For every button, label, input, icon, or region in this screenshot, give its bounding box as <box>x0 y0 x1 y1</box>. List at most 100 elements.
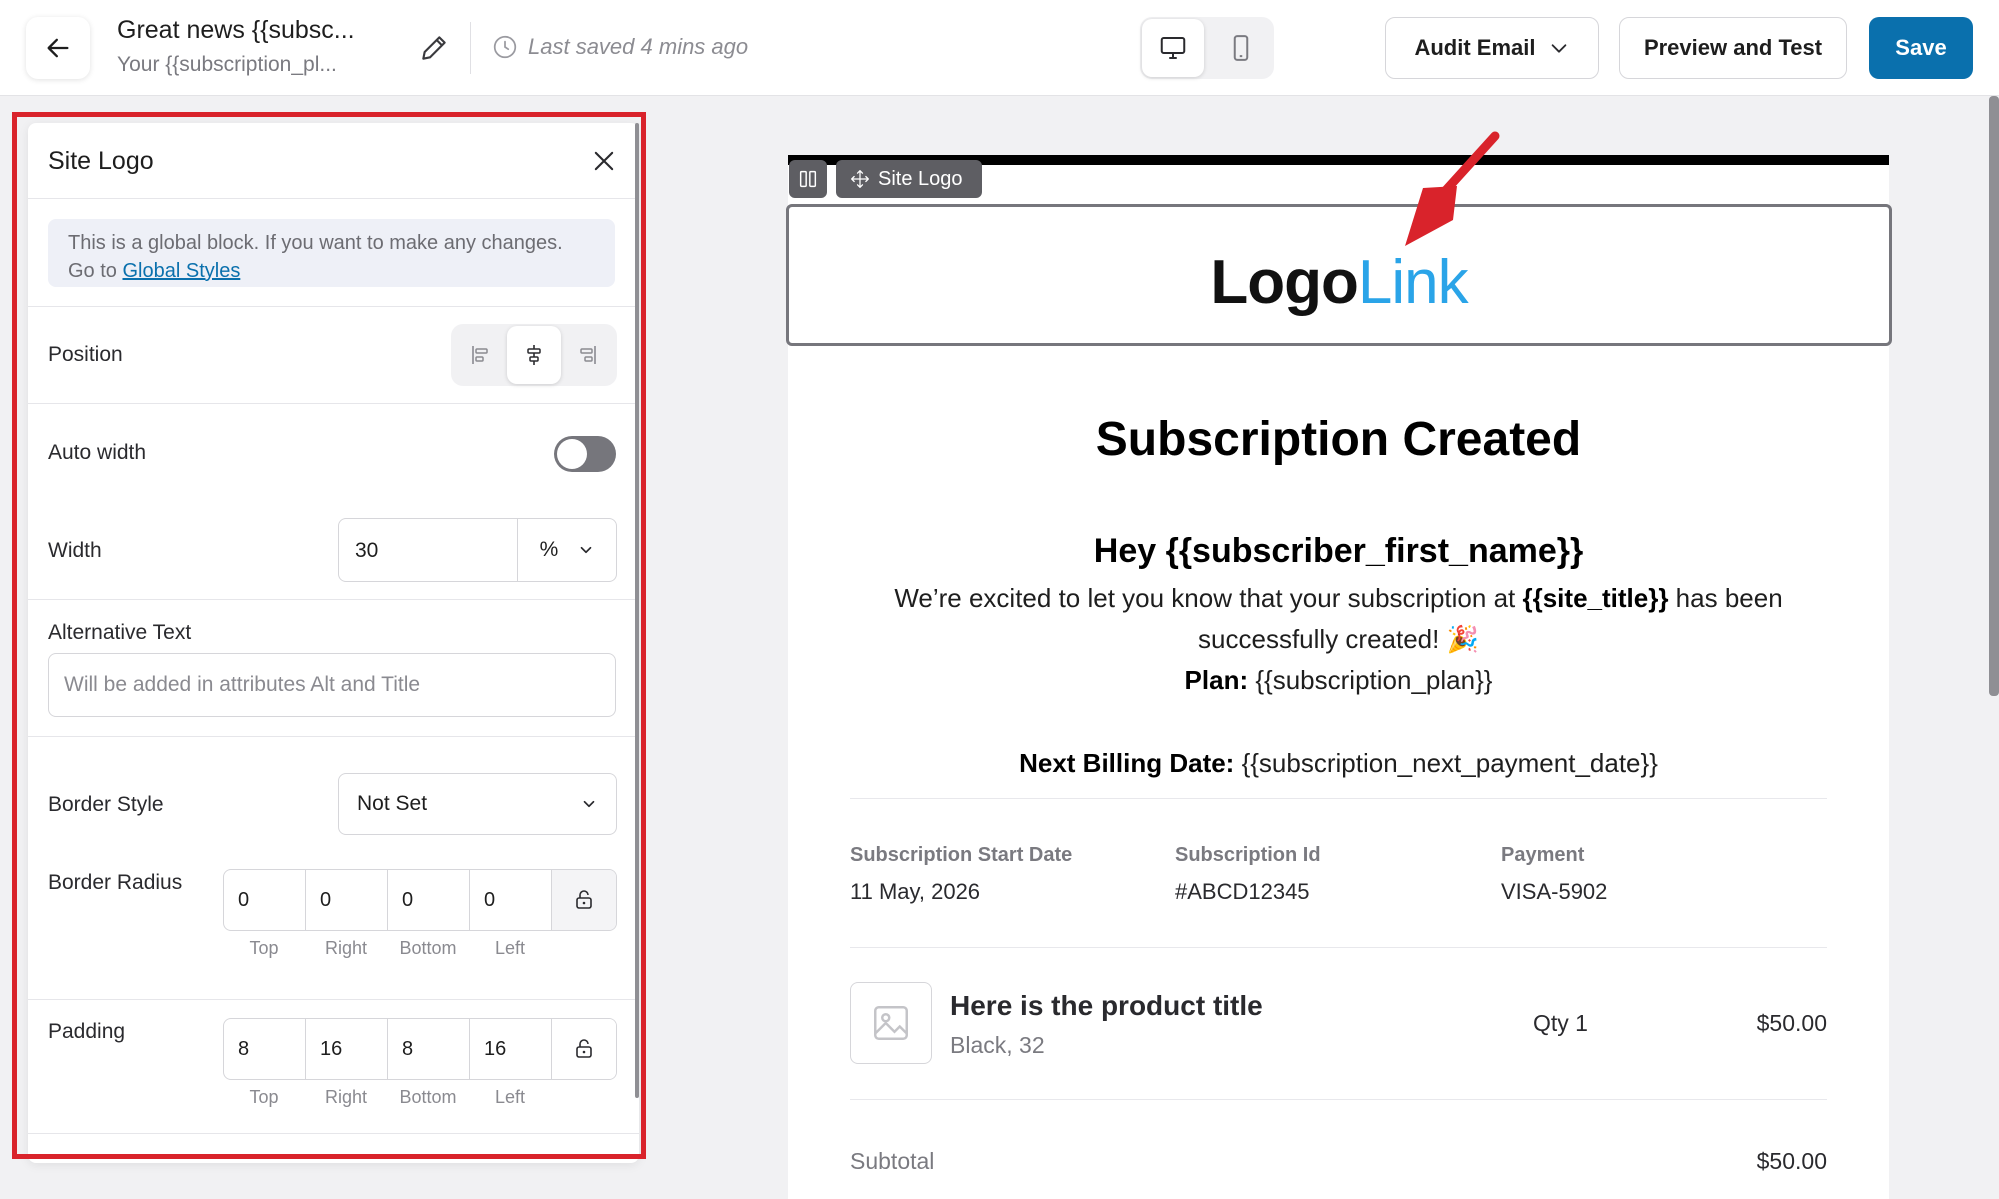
border-style-label: Border Style <box>48 793 164 816</box>
border-style-value: Not Set <box>357 792 428 815</box>
border-radius-lock-button[interactable] <box>552 870 616 930</box>
notice-text: This is a global block. If you want to m… <box>68 232 563 254</box>
border-radius-label: Border Radius <box>48 871 183 894</box>
divider <box>28 736 639 737</box>
preview-and-test-button[interactable]: Preview and Test <box>1619 17 1847 79</box>
border-radius-left-input[interactable]: 0 <box>470 870 552 930</box>
email-body-line2: successfully created! 🎉 <box>1198 624 1479 654</box>
panel-scrollbar[interactable] <box>635 123 639 1098</box>
padding-lock-button[interactable] <box>552 1019 616 1079</box>
divider <box>28 403 639 404</box>
billing-value: {{subscription_next_payment_date}} <box>1234 748 1658 778</box>
columns-icon <box>799 170 817 188</box>
border-style-select[interactable]: Not Set <box>338 773 617 835</box>
panel-title: Site Logo <box>48 147 154 175</box>
meta-subscription-id: Subscription Id #ABCD12345 <box>1175 844 1321 905</box>
arrow-left-icon <box>47 38 69 58</box>
padding-side-labels: Top Right Bottom Left <box>223 1087 553 1108</box>
side-label-right: Right <box>324 1087 368 1107</box>
email-title-block[interactable]: Great news {{subsc... Your {{subscriptio… <box>117 16 377 77</box>
global-styles-link[interactable]: Global Styles <box>122 260 240 282</box>
border-radius-control: 0 0 0 0 <box>223 869 617 931</box>
saved-text: Last saved 4 mins ago <box>528 34 749 59</box>
padding-bottom-input[interactable]: 8 <box>388 1019 470 1079</box>
meta-key: Subscription Id <box>1175 844 1321 866</box>
align-left-button[interactable] <box>454 326 508 384</box>
align-center-icon <box>527 345 541 365</box>
divider <box>28 999 639 1000</box>
email-preheader: Your {{subscription_pl... <box>117 53 337 76</box>
side-label-left: Left <box>494 1087 526 1107</box>
preview-label: Preview and Test <box>1643 35 1823 60</box>
side-label-left: Left <box>494 938 526 958</box>
toggle-knob <box>557 439 587 469</box>
auto-width-toggle[interactable] <box>554 436 616 472</box>
width-unit-select[interactable]: % <box>517 519 617 581</box>
chevron-down-icon <box>583 800 595 808</box>
plan-value: {{subscription_plan}} <box>1248 665 1493 695</box>
block-drag-handle[interactable]: Site Logo <box>836 160 982 198</box>
position-label: Position <box>48 343 123 366</box>
close-icon[interactable] <box>590 147 618 175</box>
product-qty: Qty 1 <box>1533 1010 1588 1036</box>
plan-label: Plan: <box>1184 665 1249 695</box>
divider <box>28 306 639 307</box>
site-title-var: {{site_title}} <box>1522 583 1669 613</box>
email-body-line1: We’re excited to let you know that your … <box>788 583 1889 614</box>
alt-text-placeholder: Will be added in attributes Alt and Titl… <box>64 673 421 696</box>
meta-key: Payment <box>1501 844 1585 866</box>
border-radius-bottom-input[interactable]: 0 <box>388 870 470 930</box>
mobile-view-button[interactable] <box>1210 19 1272 77</box>
save-status: Last saved 4 mins ago <box>492 34 748 60</box>
back-button[interactable] <box>26 17 90 79</box>
chevron-down-icon <box>581 546 592 554</box>
side-label-top: Top <box>249 938 279 958</box>
meta-key: Subscription Start Date <box>850 844 1073 866</box>
audit-email-dropdown[interactable]: Audit Email <box>1385 17 1599 79</box>
border-radius-right-input[interactable]: 0 <box>306 870 388 930</box>
canvas-scrollbar[interactable] <box>1989 96 1999 696</box>
annotation-arrow-icon <box>1405 131 1500 246</box>
divider <box>28 1133 639 1134</box>
global-block-notice: This is a global block. If you want to m… <box>48 219 615 287</box>
divider <box>850 947 1827 948</box>
align-right-button[interactable] <box>560 326 614 384</box>
border-radius-side-labels: Top Right Bottom Left <box>223 938 553 959</box>
clock-icon <box>493 35 517 59</box>
logo-text-part1: Logo <box>1210 248 1358 317</box>
email-heading: Subscription Created <box>1095 413 1582 466</box>
width-label: Width <box>48 539 102 562</box>
subtotal-label: Subtotal <box>850 1148 935 1174</box>
lock-icon <box>576 890 592 909</box>
align-center-button[interactable] <box>507 326 561 384</box>
product-price: $50.00 <box>1756 1010 1827 1036</box>
unlock-icon <box>576 1039 592 1058</box>
divider <box>470 22 471 74</box>
desktop-icon <box>1160 37 1186 59</box>
side-label-right: Right <box>324 938 368 958</box>
padding-top-input[interactable]: 8 <box>224 1019 306 1079</box>
top-bar: Great news {{subsc... Your {{subscriptio… <box>0 0 1999 96</box>
billing-label: Next Billing Date: <box>1019 748 1235 778</box>
desktop-view-button[interactable] <box>1142 19 1204 77</box>
notice-goto: Go to <box>68 260 117 282</box>
divider <box>850 798 1827 799</box>
columns-handle[interactable] <box>789 160 827 198</box>
padding-right-input[interactable]: 16 <box>306 1019 388 1079</box>
padding-left-input[interactable]: 16 <box>470 1019 552 1079</box>
divider <box>28 599 639 600</box>
width-field[interactable]: 30 % <box>338 518 617 582</box>
pencil-icon[interactable] <box>418 32 450 64</box>
subtotal-value: $50.00 <box>1756 1148 1827 1174</box>
alt-text-input[interactable]: Will be added in attributes Alt and Titl… <box>48 653 616 717</box>
meta-value: VISA-5902 <box>1501 879 1608 904</box>
divider <box>850 1099 1827 1100</box>
border-radius-top-input[interactable]: 0 <box>224 870 306 930</box>
body-text: has been <box>1668 583 1783 613</box>
image-placeholder-icon <box>874 1006 908 1040</box>
meta-value: #ABCD12345 <box>1175 879 1310 904</box>
site-logo-block[interactable]: LogoLink <box>786 204 1892 346</box>
chevron-down-icon <box>1551 44 1566 53</box>
align-right-icon <box>580 346 596 364</box>
save-button[interactable]: Save <box>1869 17 1973 79</box>
